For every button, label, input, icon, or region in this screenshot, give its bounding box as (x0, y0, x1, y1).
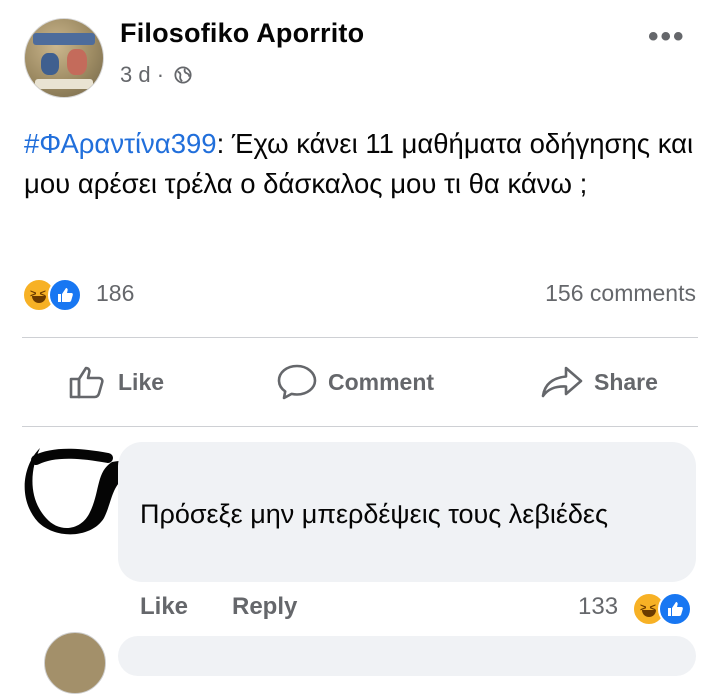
like-reaction-icon (48, 278, 82, 312)
post-text: #ΦΑραντίνα399: Έχω κάνει 11 μαθήματα οδή… (24, 124, 704, 204)
share-label: Share (594, 368, 658, 395)
page-avatar[interactable] (24, 18, 104, 98)
comment-label: Comment (328, 368, 435, 395)
avatar-caption-strip (35, 79, 93, 89)
reaction-count[interactable]: 186 (96, 280, 134, 307)
comment-reply-button[interactable]: Reply (232, 593, 297, 621)
more-dots-icon[interactable]: ••• (648, 20, 686, 54)
divider (22, 426, 698, 427)
meta-separator: · (156, 62, 165, 87)
comment-bubble-icon (277, 364, 317, 400)
thumbs-up-icon (69, 366, 104, 399)
share-button[interactable]: Share (540, 356, 658, 408)
next-commenter-avatar[interactable] (44, 632, 106, 694)
like-button[interactable]: Like (68, 356, 164, 408)
post-meta: 3 d · (120, 62, 192, 88)
like-reaction-icon[interactable] (658, 592, 692, 626)
share-arrow-icon (541, 366, 583, 398)
comment-count[interactable]: 156 comments (545, 280, 696, 307)
comment-text: Πρόσεξε μην μπερδέψεις τους λεβιέδες (140, 499, 608, 529)
comment-button[interactable]: Comment (276, 356, 434, 408)
globe-icon[interactable] (174, 66, 192, 84)
like-label: Like (118, 368, 165, 395)
avatar-figure (41, 53, 59, 75)
avatar-banner (33, 33, 95, 45)
avatar-figure (67, 49, 87, 75)
next-comment-bubble[interactable] (118, 636, 696, 676)
hashtag-link[interactable]: #ΦΑραντίνα399 (24, 128, 217, 159)
reaction-summary[interactable]: > < (22, 278, 82, 312)
divider (22, 337, 698, 338)
comment-like-button[interactable]: Like (140, 593, 188, 621)
comment-reaction-count[interactable]: 133 (578, 593, 618, 621)
page-name[interactable]: Filosofiko Aporrito (120, 18, 364, 49)
post-time[interactable]: 3 d (120, 62, 151, 87)
